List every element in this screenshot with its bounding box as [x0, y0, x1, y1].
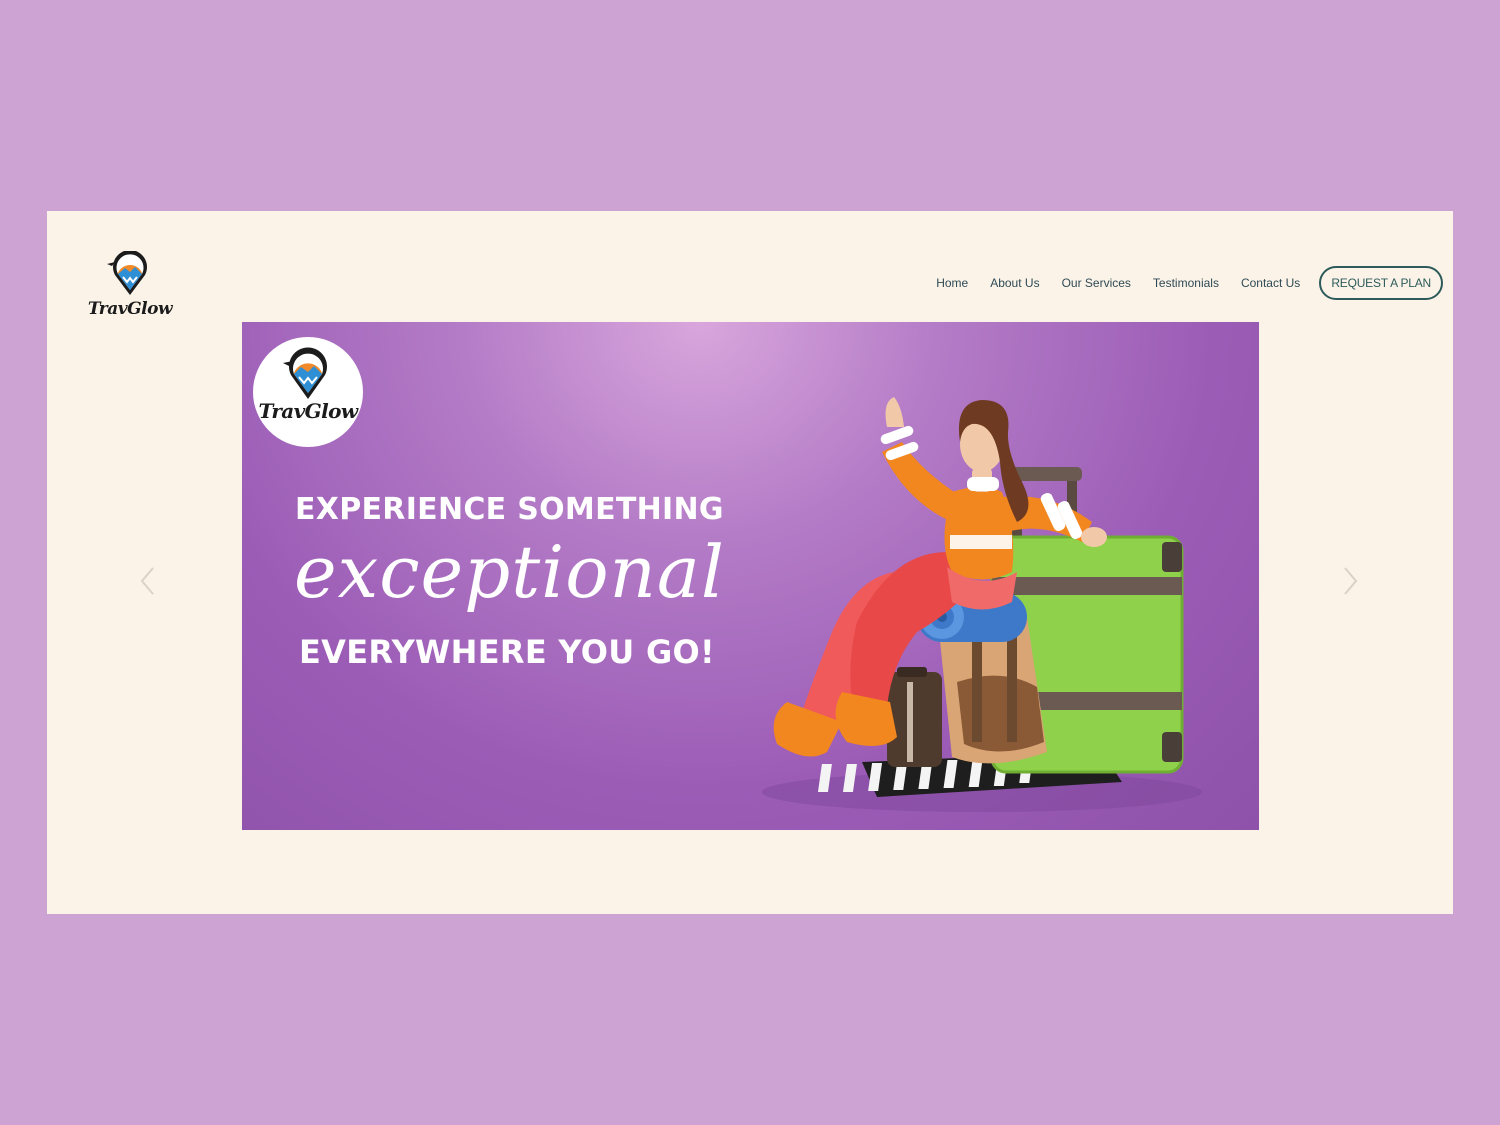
hero-banner[interactable]: TravGlow EXPERIENCE SOMETHING exceptiona… [242, 322, 1259, 830]
carousel-next-button[interactable] [1341, 566, 1359, 596]
nav-home[interactable]: Home [936, 276, 968, 290]
traveler-illustration [762, 397, 1202, 812]
map-pin-mountain-icon [283, 347, 327, 399]
main-nav: Home About Us Our Services Testimonials … [936, 266, 1443, 300]
banner-logo-badge: TravGlow [253, 337, 363, 447]
nav-testimonials[interactable]: Testimonials [1153, 276, 1219, 290]
website-frame: TravGlow Home About Us Our Services Test… [47, 211, 1453, 914]
chevron-left-icon [140, 567, 154, 595]
nav-about-us[interactable]: About Us [990, 276, 1039, 290]
banner-badge-wordmark: TravGlow [258, 399, 359, 423]
hero-headline-script: exceptional [294, 530, 725, 614]
hero-headline-bottom: EVERYWHERE YOU GO! [299, 633, 715, 671]
nav-our-services[interactable]: Our Services [1062, 276, 1131, 290]
nav-contact-us[interactable]: Contact Us [1241, 276, 1300, 290]
carousel-prev-button[interactable] [139, 566, 157, 596]
hero-headline-top: EXPERIENCE SOMETHING [295, 492, 724, 527]
brand-wordmark: TravGlow [87, 299, 173, 319]
chevron-right-icon [1344, 567, 1358, 595]
request-a-plan-button[interactable]: REQUEST A PLAN [1319, 266, 1443, 300]
map-pin-mountain-icon [107, 251, 147, 295]
brand-logo[interactable]: TravGlow [85, 251, 175, 323]
